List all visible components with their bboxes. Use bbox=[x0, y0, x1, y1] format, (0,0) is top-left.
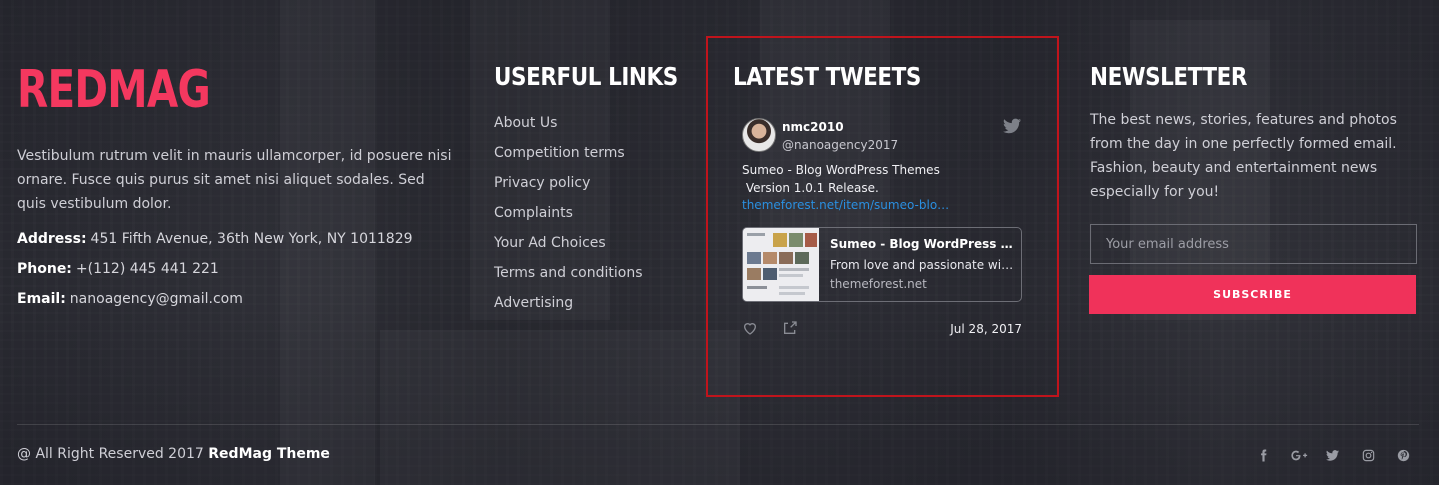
copyright-brand[interactable]: RedMag Theme bbox=[208, 446, 330, 462]
link-privacy-policy[interactable]: Privacy policy bbox=[494, 173, 643, 203]
copyright-text: @ All Right Reserved 2017 RedMag Theme bbox=[17, 446, 330, 462]
card-thumbnail bbox=[743, 228, 819, 301]
pinterest-icon[interactable] bbox=[1395, 447, 1411, 463]
share-icon[interactable] bbox=[782, 320, 798, 336]
link-complaints[interactable]: Complaints bbox=[494, 203, 643, 233]
tweet-author-handle[interactable]: @nanoagency2017 bbox=[782, 138, 898, 152]
links-heading: USERFUL LINKS bbox=[494, 62, 678, 91]
heart-icon[interactable] bbox=[742, 320, 758, 336]
copyright-prefix: @ All Right Reserved 2017 bbox=[17, 446, 209, 462]
tweet-link-card[interactable]: Sumeo - Blog WordPress The… From love an… bbox=[742, 227, 1022, 302]
twitter-bird-icon[interactable] bbox=[1003, 118, 1021, 134]
address-value: 451 Fifth Avenue, 36th New York, NY 1011… bbox=[90, 231, 413, 247]
email-value[interactable]: nanoagency@gmail.com bbox=[70, 291, 243, 307]
newsletter-heading: NEWSLETTER bbox=[1090, 62, 1248, 91]
google-plus-icon[interactable] bbox=[1289, 447, 1309, 463]
link-terms-conditions[interactable]: Terms and conditions bbox=[494, 263, 643, 293]
email-label: Email: bbox=[17, 291, 66, 307]
twitter-icon[interactable] bbox=[1324, 447, 1340, 463]
site-logo[interactable]: REDMAG bbox=[17, 60, 211, 120]
tweet-avatar[interactable] bbox=[742, 118, 776, 152]
link-competition-terms[interactable]: Competition terms bbox=[494, 143, 643, 173]
tweet-link[interactable]: themeforest.net/item/sumeo-blo… bbox=[742, 198, 949, 212]
tweet-text: Sumeo - Blog WordPress Themes Version 1.… bbox=[742, 163, 940, 195]
contact-email: Email: nanoagency@gmail.com bbox=[17, 291, 243, 307]
footer-divider bbox=[17, 424, 1419, 425]
newsletter-description: The best news, stories, features and pho… bbox=[1090, 112, 1397, 200]
tweets-heading: LATEST TWEETS bbox=[733, 62, 921, 91]
facebook-icon[interactable] bbox=[1255, 447, 1271, 463]
tweet-author-name[interactable]: nmc2010 bbox=[782, 120, 844, 134]
newsletter-email-input[interactable] bbox=[1090, 224, 1417, 264]
link-about-us[interactable]: About Us bbox=[494, 113, 643, 143]
contact-address: Address: 451 Fifth Avenue, 36th New York,… bbox=[17, 231, 413, 247]
address-label: Address: bbox=[17, 231, 87, 247]
link-ad-choices[interactable]: Your Ad Choices bbox=[494, 233, 643, 263]
instagram-icon[interactable] bbox=[1360, 447, 1376, 463]
subscribe-button[interactable]: SUBSCRIBE bbox=[1089, 275, 1416, 314]
phone-label: Phone: bbox=[17, 261, 72, 277]
link-advertising[interactable]: Advertising bbox=[494, 293, 643, 323]
card-description: From love and passionate with … bbox=[830, 258, 1015, 272]
useful-links-list: About Us Competition terms Privacy polic… bbox=[494, 113, 643, 323]
about-description: Vestibulum rutrum velit in mauris ullamc… bbox=[17, 148, 452, 212]
card-domain: themeforest.net bbox=[830, 277, 927, 291]
contact-phone: Phone: +(112) 445 441 221 bbox=[17, 261, 219, 277]
phone-value: +(112) 445 441 221 bbox=[75, 261, 219, 277]
tweet-date[interactable]: Jul 28, 2017 bbox=[940, 322, 1022, 336]
card-title: Sumeo - Blog WordPress The… bbox=[830, 237, 1015, 251]
